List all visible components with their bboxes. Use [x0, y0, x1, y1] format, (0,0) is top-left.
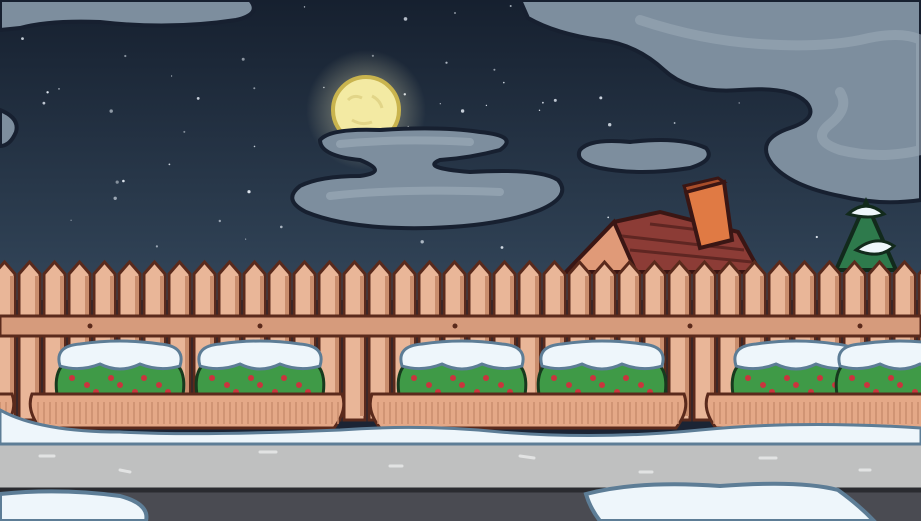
star: [673, 122, 676, 124]
berry: [108, 375, 114, 381]
star: [538, 109, 541, 112]
berry: [156, 382, 162, 388]
berry: [141, 375, 147, 381]
star: [109, 109, 113, 113]
berry: [459, 382, 465, 388]
snowy-hedge-icon: [396, 339, 528, 402]
fence-rail: [0, 314, 921, 338]
star: [113, 196, 117, 200]
star: [168, 163, 171, 166]
star: [124, 54, 127, 58]
berry: [426, 382, 432, 388]
star: [503, 81, 505, 84]
star: [542, 101, 544, 104]
star: [70, 219, 72, 221]
planter-row: [0, 339, 921, 430]
star: [171, 75, 173, 77]
berry: [888, 375, 894, 381]
berry: [793, 382, 799, 388]
snow-pile-right: [583, 481, 877, 521]
star: [245, 238, 247, 240]
berry: [897, 382, 903, 388]
star: [183, 130, 186, 133]
planter-box-icon: [28, 392, 346, 430]
berry: [784, 375, 790, 381]
berry: [817, 375, 823, 381]
berry: [296, 382, 302, 388]
star: [58, 88, 60, 90]
fence-nail: [687, 323, 693, 329]
berry: [248, 375, 254, 381]
berry: [590, 375, 596, 381]
star: [460, 109, 465, 113]
star: [196, 97, 200, 100]
star: [303, 6, 306, 8]
berry: [117, 382, 123, 388]
star: [42, 101, 46, 105]
star: [241, 57, 245, 61]
berry: [281, 375, 287, 381]
fence-nail: [257, 323, 263, 329]
fence-nail: [452, 323, 458, 329]
star: [115, 180, 119, 184]
star: [253, 87, 256, 90]
star: [553, 98, 557, 102]
berry: [411, 375, 417, 381]
berry: [849, 375, 855, 381]
cloud-small: [577, 138, 711, 174]
star: [454, 12, 456, 14]
berry: [864, 382, 870, 388]
star: [46, 91, 49, 94]
fence-nail: [857, 323, 863, 329]
star: [420, 240, 424, 244]
berry: [599, 382, 605, 388]
star: [738, 102, 740, 104]
star: [218, 219, 221, 223]
star: [608, 123, 612, 127]
star: [815, 235, 818, 239]
star: [607, 216, 610, 219]
fence-nail: [87, 323, 93, 329]
berry: [551, 375, 557, 381]
berry: [745, 375, 751, 381]
star: [122, 179, 125, 183]
star: [509, 5, 512, 7]
night-street-scene: [0, 0, 921, 521]
star: [247, 190, 251, 194]
star: [439, 103, 441, 105]
snowy-hedge-icon: [194, 339, 326, 402]
berry: [257, 382, 263, 388]
star: [493, 68, 496, 71]
star: [599, 96, 603, 100]
berry: [638, 382, 644, 388]
star: [403, 17, 408, 21]
berry: [566, 382, 572, 388]
star: [21, 37, 24, 40]
star: [500, 246, 504, 249]
berry: [483, 375, 489, 381]
berry: [224, 382, 230, 388]
star: [485, 104, 488, 107]
star: [445, 61, 448, 64]
berry: [760, 382, 766, 388]
snow-pile-left: [0, 489, 149, 521]
snowy-hedge-icon: [54, 339, 186, 402]
berry: [84, 382, 90, 388]
star: [253, 145, 256, 148]
berry: [498, 382, 504, 388]
star: [280, 225, 283, 229]
snowy-hedge-icon: [834, 339, 921, 402]
berry: [69, 375, 75, 381]
snowy-hedge-icon: [536, 339, 668, 402]
star: [155, 245, 158, 248]
berry: [623, 375, 629, 381]
berry: [450, 375, 456, 381]
berry: [209, 375, 215, 381]
